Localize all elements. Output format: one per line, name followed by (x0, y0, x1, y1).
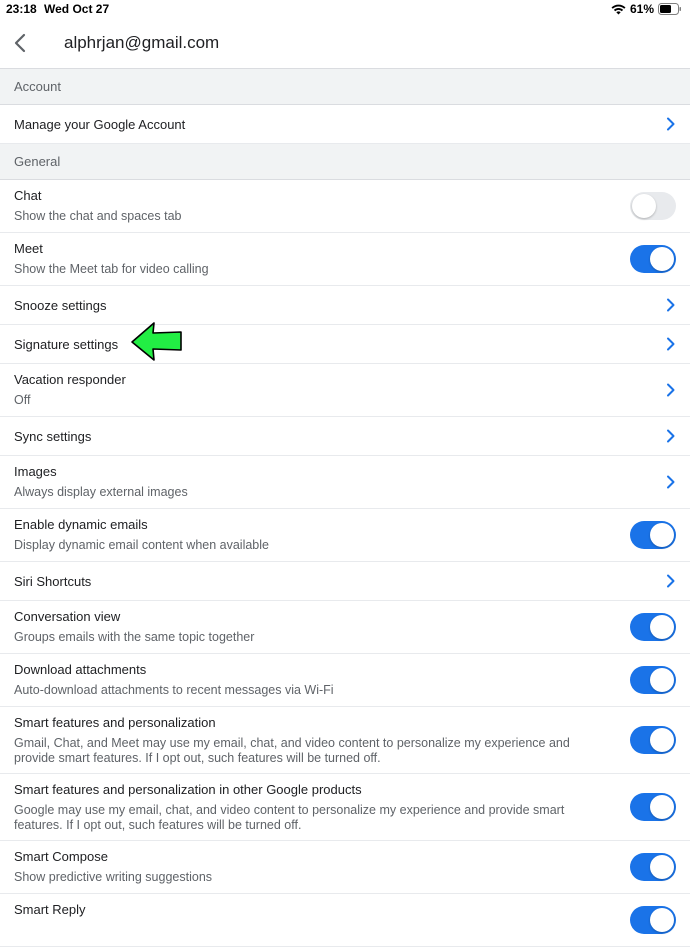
smart-features-row: Smart features and personalization Gmail… (0, 707, 690, 774)
chat-row: Chat Show the chat and spaces tab (0, 180, 690, 233)
row-title: Signature settings (14, 337, 119, 352)
row-subtitle: Show the chat and spaces tab (14, 209, 182, 223)
smart-compose-row: Smart Compose Show predictive writing su… (0, 841, 690, 894)
row-title: Download attachments (14, 662, 147, 677)
chat-toggle[interactable] (630, 192, 676, 220)
manage-google-account-row[interactable]: Manage your Google Account (0, 105, 690, 144)
row-subtitle: Show predictive writing suggestions (14, 870, 213, 884)
row-subtitle: Auto-download attachments to recent mess… (14, 683, 334, 697)
row-title: Manage your Google Account (14, 117, 186, 132)
meet-toggle[interactable] (630, 245, 676, 273)
row-subtitle: Display dynamic email content when avail… (14, 538, 269, 552)
toggle-knob (650, 615, 674, 639)
chevron-left-icon (14, 33, 26, 53)
row-title: Chat (14, 188, 42, 203)
row-title: Smart Compose (14, 849, 108, 864)
row-title: Siri Shortcuts (14, 574, 92, 589)
row-title: Smart features and personalization in ot… (14, 782, 362, 797)
row-subtitle: Groups emails with the same topic togeth… (14, 630, 255, 644)
smart-features-toggle[interactable] (630, 726, 676, 754)
toggle-knob (650, 795, 674, 819)
vacation-responder-row[interactable]: Vacation responder Off (0, 364, 690, 417)
siri-shortcuts-row[interactable]: Siri Shortcuts (0, 562, 690, 601)
toggle-knob (650, 523, 674, 547)
dynamic-emails-row: Enable dynamic emails Display dynamic em… (0, 509, 690, 562)
smart-reply-row: Smart Reply (0, 894, 690, 947)
back-button[interactable] (8, 26, 36, 60)
battery-icon (658, 3, 682, 15)
smart-features-other-products-row: Smart features and personalization in ot… (0, 774, 690, 841)
chevron-right-icon (667, 574, 675, 588)
row-title: Vacation responder (14, 372, 126, 387)
chevron-right-icon (667, 337, 675, 351)
chevron-right-icon (667, 475, 675, 489)
row-title: Conversation view (14, 609, 121, 624)
row-title: Snooze settings (14, 298, 107, 313)
toggle-knob (650, 668, 674, 692)
header: alphrjan@gmail.com (0, 18, 690, 69)
row-title: Smart features and personalization (14, 715, 216, 730)
download-attachments-row: Download attachments Auto-download attac… (0, 654, 690, 707)
status-date: Wed Oct 27 (44, 2, 110, 16)
status-time: 23:18 (6, 2, 37, 16)
conversation-view-row: Conversation view Groups emails with the… (0, 601, 690, 654)
row-title: Meet (14, 241, 43, 256)
row-subtitle: Off (14, 393, 31, 407)
row-title: Sync settings (14, 429, 92, 444)
toggle-knob (650, 908, 674, 932)
row-title: Images (14, 464, 57, 479)
status-bar: 23:18 Wed Oct 27 61% (0, 0, 690, 18)
download-attachments-toggle[interactable] (630, 666, 676, 694)
meet-row: Meet Show the Meet tab for video calling (0, 233, 690, 286)
row-subtitle: Show the Meet tab for video calling (14, 262, 209, 276)
toggle-knob (650, 247, 674, 271)
sync-settings-row[interactable]: Sync settings (0, 417, 690, 456)
dynamic-emails-toggle[interactable] (630, 521, 676, 549)
smart-reply-toggle[interactable] (630, 906, 676, 934)
chevron-right-icon (667, 429, 675, 443)
settings-list: Account Manage your Google Account Gener… (0, 69, 690, 947)
chevron-right-icon (667, 117, 675, 131)
chevron-right-icon (667, 298, 675, 312)
row-title: Enable dynamic emails (14, 517, 148, 532)
page-title: alphrjan@gmail.com (64, 33, 220, 52)
chevron-right-icon (667, 383, 675, 397)
images-row[interactable]: Images Always display external images (0, 456, 690, 509)
smart-compose-toggle[interactable] (630, 853, 676, 881)
row-title: Smart Reply (14, 902, 86, 917)
toggle-knob (650, 855, 674, 879)
signature-settings-row[interactable]: Signature settings (0, 325, 690, 364)
row-subtitle: Always display external images (14, 485, 188, 499)
toggle-knob (632, 194, 656, 218)
wifi-icon (611, 4, 626, 15)
section-header-account: Account (0, 69, 690, 105)
toggle-knob (650, 728, 674, 752)
status-indicators: 61% (611, 2, 682, 16)
battery-percent: 61% (629, 2, 654, 16)
row-subtitle: Google may use my email, chat, and video… (14, 803, 565, 832)
conversation-view-toggle[interactable] (630, 613, 676, 641)
snooze-settings-row[interactable]: Snooze settings (0, 286, 690, 325)
row-subtitle: Gmail, Chat, and Meet may use my email, … (14, 736, 570, 765)
pointer-arrow-icon (130, 320, 184, 367)
section-header-general: General (0, 144, 690, 180)
smart-features-other-products-toggle[interactable] (630, 793, 676, 821)
